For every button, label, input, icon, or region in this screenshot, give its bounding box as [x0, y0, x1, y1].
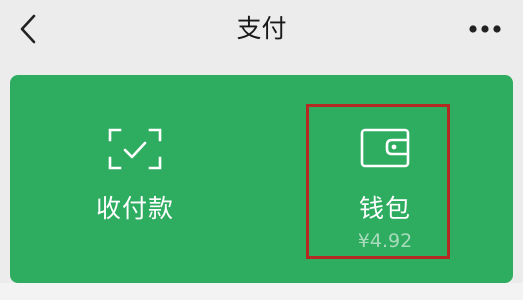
more-horizontal-icon [469, 25, 501, 33]
payment-card: 收付款 钱包 ¥4.92 [10, 75, 513, 283]
receive-pay-label: 收付款 [95, 194, 174, 223]
receive-pay-tile[interactable]: 收付款 [10, 75, 260, 283]
top-nav-bar: 支付 [0, 0, 523, 60]
bottom-strip [0, 283, 523, 300]
wallet-icon [360, 128, 410, 168]
page-title: 支付 [236, 14, 287, 43]
scan-check-icon [108, 128, 162, 170]
wallet-balance: ¥4.92 [357, 230, 413, 252]
wallet-label: 钱包 [358, 194, 411, 223]
wallet-tile[interactable]: 钱包 ¥4.92 [260, 75, 510, 283]
more-button[interactable] [465, 12, 505, 46]
